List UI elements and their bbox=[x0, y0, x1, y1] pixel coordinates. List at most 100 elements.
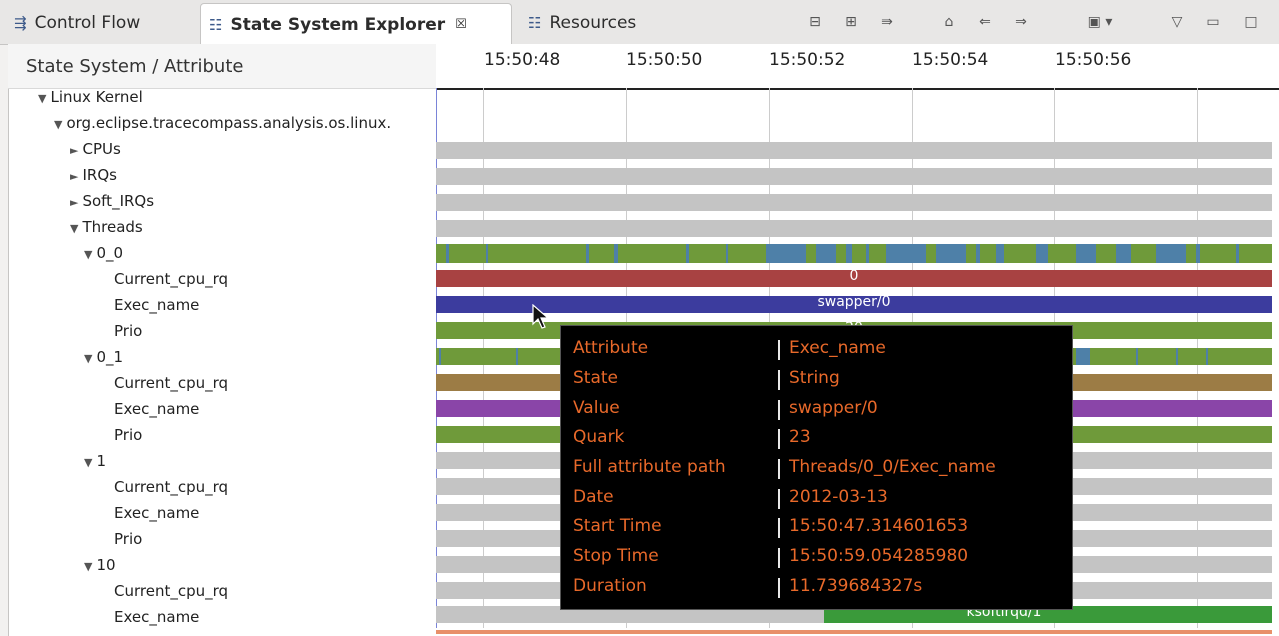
state-segment[interactable] bbox=[1236, 244, 1239, 263]
tree-row-label: 1 bbox=[96, 452, 107, 470]
tooltip-key: Value bbox=[573, 398, 620, 418]
tree-row[interactable]: ► IRQs bbox=[8, 166, 498, 192]
expanded-arrow-icon[interactable]: ▼ bbox=[84, 248, 92, 261]
expanded-arrow-icon[interactable]: ▼ bbox=[70, 222, 78, 235]
collapsed-arrow-icon[interactable]: ► bbox=[70, 144, 78, 157]
time-tick-label: 15:50:54 bbox=[912, 50, 989, 70]
state-segment[interactable] bbox=[1116, 244, 1131, 263]
state-segment[interactable] bbox=[866, 244, 869, 263]
tree-row-label: Exec_name bbox=[114, 504, 200, 522]
tooltip-separator bbox=[778, 489, 780, 509]
state-bar-irqs[interactable] bbox=[436, 168, 1272, 185]
state-segment[interactable] bbox=[614, 244, 618, 263]
tooltip-key: Date bbox=[573, 487, 614, 507]
state-segment[interactable] bbox=[446, 244, 449, 263]
tree-row[interactable]: ▼ Linux Kernel bbox=[8, 88, 466, 114]
state-segment[interactable] bbox=[816, 244, 836, 263]
tab-control-flow[interactable]: ⇶ Control Flow bbox=[6, 4, 140, 42]
state-segment[interactable] bbox=[486, 244, 488, 263]
state-bar-threads[interactable] bbox=[436, 220, 1272, 237]
tree-row-label: 0_1 bbox=[96, 348, 124, 366]
pin-view-icon[interactable]: ▣ ▾ bbox=[1080, 12, 1120, 32]
expand-all-icon[interactable]: ⊞ bbox=[840, 12, 862, 32]
expanded-arrow-icon[interactable]: ▼ bbox=[84, 560, 92, 573]
collapsed-arrow-icon[interactable]: ► bbox=[70, 196, 78, 209]
tooltip-value: String bbox=[789, 368, 840, 388]
previous-event-icon[interactable]: ⇐ bbox=[974, 12, 996, 32]
state-bar-current-cpu-rq[interactable]: 0 bbox=[436, 268, 1272, 287]
tree-row-label: Threads bbox=[82, 218, 143, 236]
home-icon[interactable]: ⌂ bbox=[938, 12, 960, 32]
state-segment[interactable] bbox=[1076, 348, 1090, 365]
resources-icon: ☷ bbox=[528, 14, 542, 32]
state-segment[interactable] bbox=[1036, 244, 1048, 263]
state-segment[interactable] bbox=[766, 244, 806, 263]
tooltip-separator bbox=[778, 578, 780, 598]
tooltip-separator bbox=[778, 340, 780, 360]
state-bar-exec-name[interactable]: swapper/0 bbox=[436, 294, 1272, 313]
maximize-icon[interactable]: □ bbox=[1240, 12, 1262, 32]
state-segment[interactable] bbox=[846, 244, 852, 263]
tooltip-separator bbox=[778, 518, 780, 538]
state-bar-thread-0-0[interactable] bbox=[436, 244, 1272, 263]
close-icon[interactable]: ☒ bbox=[455, 17, 467, 32]
time-scale[interactable] bbox=[436, 44, 1279, 90]
tree-row[interactable]: ▼ org.eclipse.tracecompass.analysis.os.li… bbox=[8, 114, 482, 140]
tree-row-label: Prio bbox=[114, 530, 143, 548]
tab-resources[interactable]: ☷ Resources bbox=[520, 4, 636, 42]
tooltip-value: swapper/0 bbox=[789, 398, 878, 418]
next-event-icon[interactable]: ⇒ bbox=[1010, 12, 1032, 32]
state-bar-cpus[interactable] bbox=[436, 142, 1272, 159]
state-segment[interactable] bbox=[439, 348, 441, 365]
tree-row-label: CPUs bbox=[82, 140, 121, 158]
state-segment[interactable] bbox=[996, 244, 1004, 263]
collapsed-arrow-icon[interactable]: ► bbox=[70, 170, 78, 183]
expanded-arrow-icon[interactable]: ▼ bbox=[54, 118, 62, 131]
state-segment[interactable] bbox=[1136, 348, 1138, 365]
tab-state-system-explorer[interactable]: ☷ State System Explorer ☒ bbox=[200, 3, 512, 45]
filter-icon[interactable]: ⇛ bbox=[876, 12, 898, 32]
tooltip-value: 23 bbox=[789, 427, 811, 447]
tree-row-label: Prio bbox=[114, 322, 143, 340]
tree-row[interactable]: ► CPUs bbox=[8, 140, 498, 166]
time-tick-label: 15:50:56 bbox=[1055, 50, 1132, 70]
state-segment[interactable] bbox=[936, 244, 966, 263]
expanded-arrow-icon[interactable]: ▼ bbox=[84, 456, 92, 469]
tooltip-value: 15:50:47.314601653 bbox=[789, 516, 969, 536]
state-segment[interactable] bbox=[1076, 244, 1096, 263]
expanded-arrow-icon[interactable]: ▼ bbox=[38, 92, 46, 105]
time-tick-label: 15:50:50 bbox=[626, 50, 703, 70]
tree-row-label: Current_cpu_rq bbox=[114, 270, 229, 288]
state-segment[interactable] bbox=[1196, 244, 1200, 263]
view-tab-bar: ⇶ Control Flow ☷ State System Explorer ☒… bbox=[0, 0, 1279, 45]
state-segment[interactable] bbox=[1176, 348, 1178, 365]
state-segment[interactable] bbox=[1156, 244, 1186, 263]
view-menu-icon[interactable]: ▽ bbox=[1166, 12, 1188, 32]
tree-row-label: org.eclipse.tracecompass.analysis.os.lin… bbox=[66, 114, 392, 132]
state-segment[interactable] bbox=[586, 244, 589, 263]
state-segment[interactable] bbox=[726, 244, 728, 263]
tree-row[interactable]: ► Soft_IRQs bbox=[8, 192, 498, 218]
tree-row-label: Current_cpu_rq bbox=[114, 374, 229, 392]
tree-row-label: 10 bbox=[96, 556, 116, 574]
time-tick-label: 15:50:52 bbox=[769, 50, 846, 70]
tree-row[interactable]: ▼ Threads bbox=[8, 218, 498, 244]
state-segment[interactable] bbox=[976, 244, 980, 263]
state-segment[interactable] bbox=[886, 244, 926, 263]
tree-row-label: Current_cpu_rq bbox=[114, 582, 229, 600]
tooltip-key: Start Time bbox=[573, 516, 662, 536]
state-segment[interactable] bbox=[516, 348, 518, 365]
tooltip-separator bbox=[778, 459, 780, 479]
minimize-icon[interactable]: ▭ bbox=[1202, 12, 1224, 32]
collapse-all-icon[interactable]: ⊟ bbox=[804, 12, 826, 32]
tooltip-value: Exec_name bbox=[789, 338, 886, 358]
tooltip-value: 15:50:59.054285980 bbox=[789, 546, 969, 566]
tooltip-separator bbox=[778, 548, 780, 568]
state-bar-soft-irqs[interactable] bbox=[436, 194, 1272, 211]
tooltip-key: Quark bbox=[573, 427, 625, 447]
expanded-arrow-icon[interactable]: ▼ bbox=[84, 352, 92, 365]
tree-row-label: Prio bbox=[114, 426, 143, 444]
state-segment[interactable] bbox=[686, 244, 689, 263]
tree-column-header[interactable]: State System / Attribute bbox=[8, 44, 436, 89]
state-segment[interactable] bbox=[1206, 348, 1208, 365]
